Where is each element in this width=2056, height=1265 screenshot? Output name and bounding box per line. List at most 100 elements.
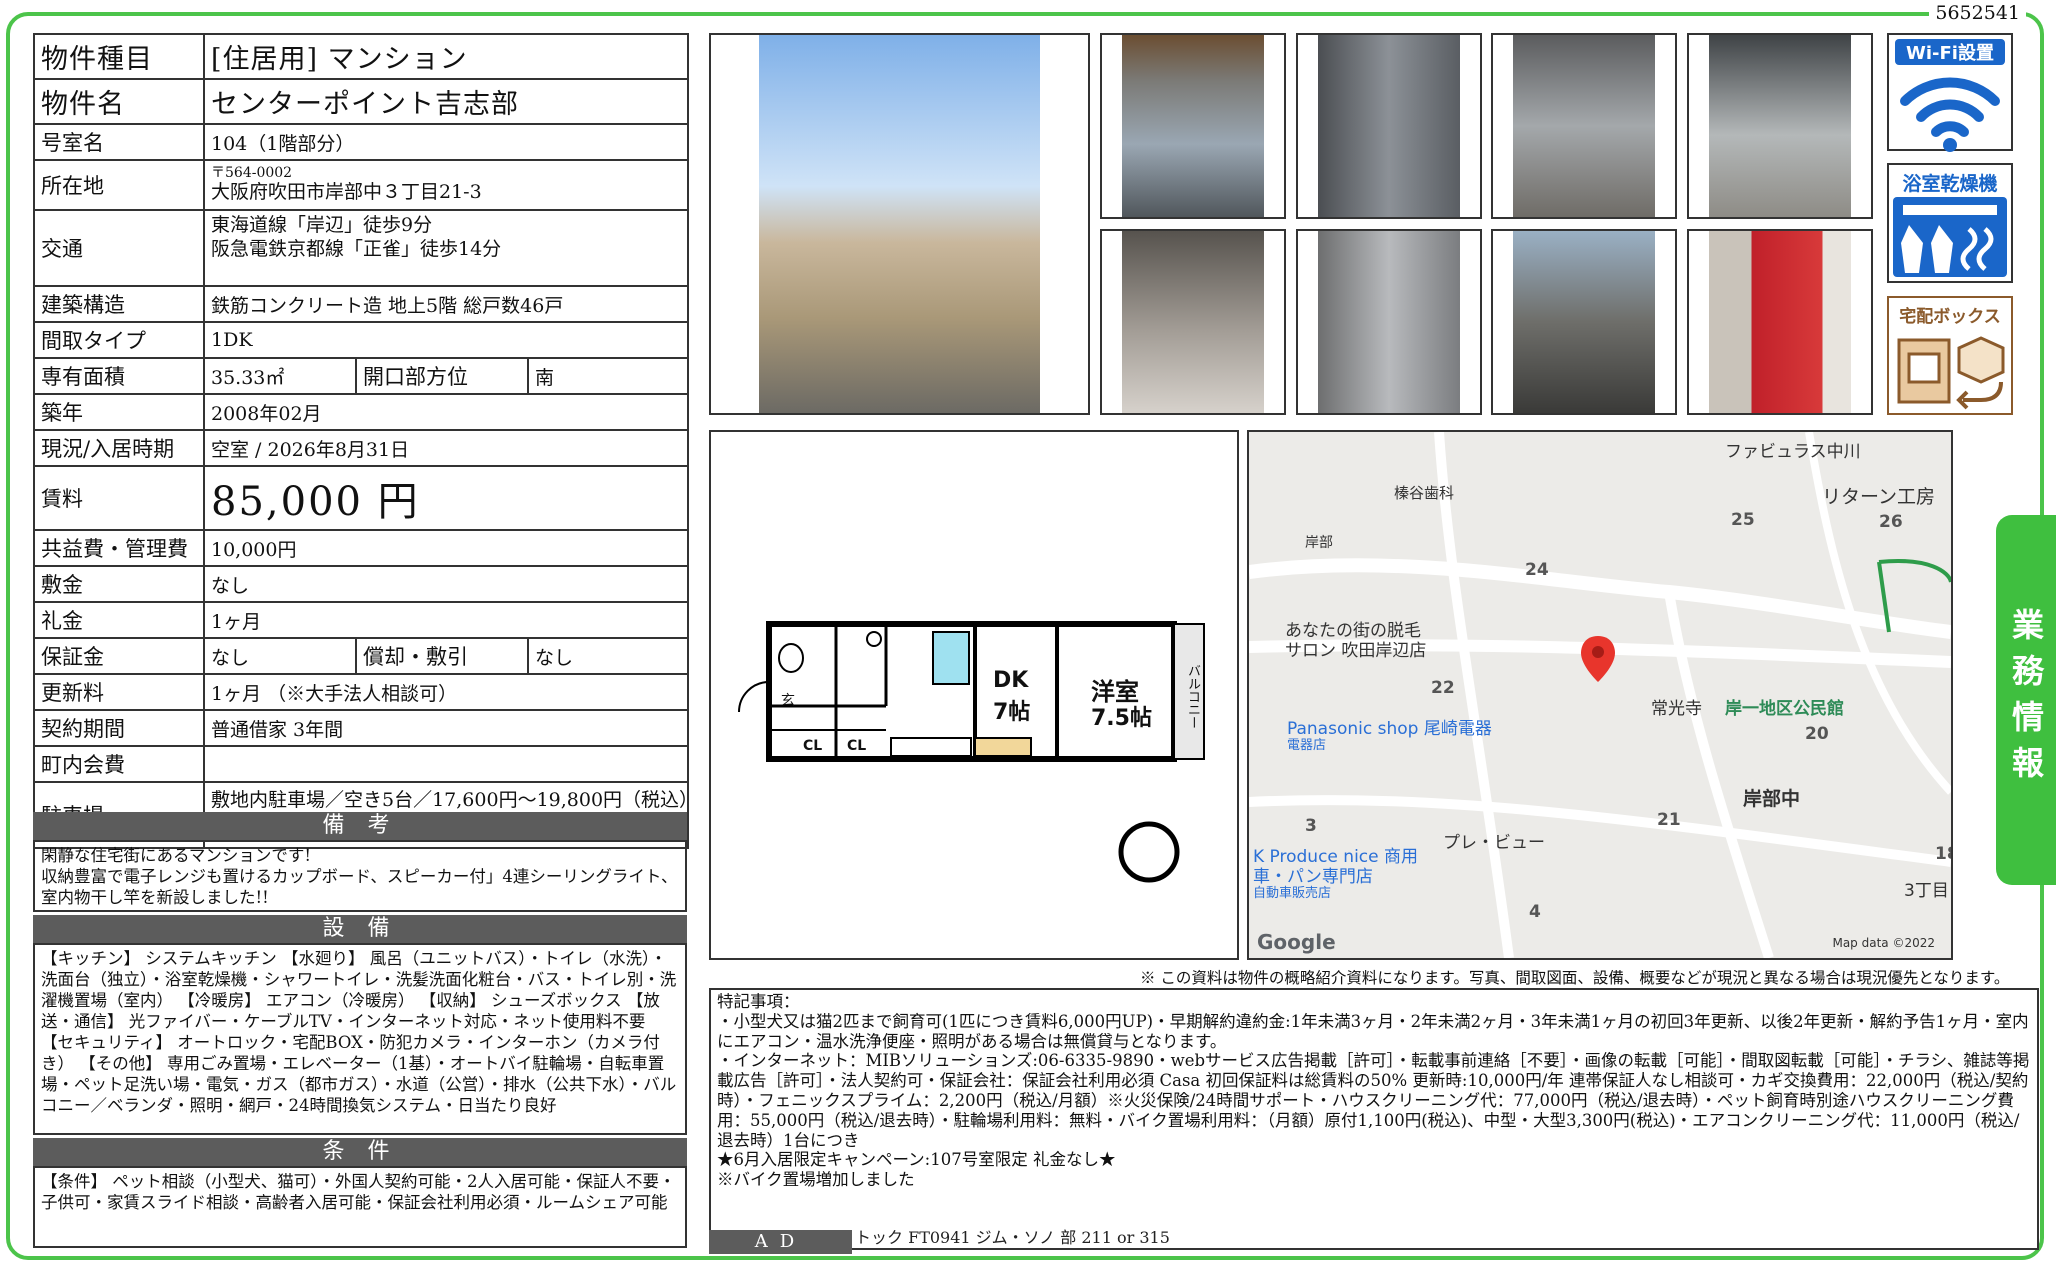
transport-label: 交通 bbox=[33, 209, 205, 287]
room-label: 号室名 bbox=[33, 123, 205, 161]
guarantee-value: なし bbox=[203, 637, 357, 675]
map-label-3: 岸部 bbox=[1305, 535, 1333, 551]
layout-value: 1DK bbox=[203, 321, 689, 359]
bathroom-dryer-badge: 浴室乾燥機 bbox=[1887, 163, 2013, 283]
common-fee-label: 共益費・管理費 bbox=[33, 529, 205, 567]
remarks-header: 備 考 bbox=[33, 812, 687, 840]
wifi-icon bbox=[1900, 77, 2000, 152]
storage-photo bbox=[1296, 229, 1482, 415]
remarks-text: 閑静な住宅街にあるマンションです! 収納豊富で電子レンジも置けるカップボード、ス… bbox=[33, 840, 687, 912]
delivery-box-badge-label: 宅配ボックス bbox=[1899, 307, 2001, 327]
renewal-label: 更新料 bbox=[33, 673, 205, 711]
map-label-7: 電器店 bbox=[1287, 738, 1327, 753]
ad-line-1: トック FT0941 ジム・ソノ 部 211 or 315 bbox=[855, 1228, 1170, 1247]
building-exterior-photo bbox=[709, 33, 1090, 415]
direction-label: 開口部方位 bbox=[355, 357, 529, 395]
mailbox-photo bbox=[1296, 33, 1482, 219]
wifi-badge-label: Wi-Fi設置 bbox=[1895, 39, 2005, 65]
special-notes-title: 特記事項： bbox=[717, 992, 800, 1011]
common-fee-value: 10,000円 bbox=[203, 529, 689, 567]
deposit-value: なし bbox=[203, 565, 689, 603]
map-number-2: 24 bbox=[1525, 560, 1549, 580]
conditions-header: 条 件 bbox=[33, 1138, 687, 1166]
name-value: センターポイント吉志部 bbox=[203, 78, 689, 125]
elevator-photo bbox=[1491, 33, 1677, 219]
special-notes-line-1: ・小型犬又は猫2匹まで飼育可(1匹につき賃料6,000円UP)・早期解約違約金:… bbox=[717, 1011, 2029, 1051]
built-label: 築年 bbox=[33, 393, 205, 431]
disclaimer-note: ※ この資料は物件の概略紹介資料になります。写真、間取図面、設備、概要などが現況… bbox=[1140, 969, 2010, 987]
parking-line-1: 敷地内駐車場／空き5台／17,600円～19,800円（税込） bbox=[203, 781, 689, 816]
closet-label-2: CL bbox=[847, 738, 867, 754]
association-fee-label: 町内会費 bbox=[33, 745, 205, 783]
map-label-8: 常光寺 bbox=[1651, 699, 1702, 719]
postal-code: 〒564-0002 bbox=[211, 165, 293, 181]
dk-label: DK bbox=[993, 668, 1029, 693]
bathroom-dryer-icon bbox=[1893, 197, 2007, 277]
vending-machine-photo bbox=[1687, 229, 1873, 415]
type-label: 物件種目 bbox=[33, 33, 205, 80]
conditions-text: 【条件】 ペット相談（小型犬、猫可）・外国人契約可能・2人入居可能・保証人不要・… bbox=[33, 1166, 687, 1248]
deposit-label: 敷金 bbox=[33, 565, 205, 603]
google-logo: Google bbox=[1257, 930, 1336, 954]
special-notes-bike: ※バイク置場増加しました bbox=[717, 1170, 915, 1190]
contract-value: 普通借家 3年間 bbox=[203, 709, 689, 747]
map-label-0: ファビュラス中川 bbox=[1725, 442, 1861, 462]
address-label: 所在地 bbox=[33, 159, 205, 211]
map-label-9: 岸一地区公民館 bbox=[1725, 699, 1844, 719]
name-label: 物件名 bbox=[33, 78, 205, 125]
map-label-2: 榛谷歯科 bbox=[1394, 484, 1455, 502]
map-number-7: 4 bbox=[1529, 902, 1541, 922]
type-value: [住居用] マンション bbox=[203, 33, 689, 80]
document-id: 5652541 bbox=[1929, 2, 2026, 24]
renewal-value: 1ヶ月 （※大手法人相談可） bbox=[203, 673, 689, 711]
status-label: 現況/入居時期 bbox=[33, 429, 205, 467]
amortization-label: 償却・敷引 bbox=[355, 637, 529, 675]
map-label-10: 岸部中 bbox=[1743, 788, 1801, 810]
delivery-box-icon bbox=[1897, 336, 2005, 410]
amortization-value: なし bbox=[527, 637, 689, 675]
map-label-13: 自動車販売店 bbox=[1253, 886, 1332, 901]
equipment-text: 【キッチン】 システムキッチン 【水廻り】 風呂（ユニットバス）・トイレ（水洗）… bbox=[33, 943, 687, 1135]
map-label-14: プレ・ビュー bbox=[1443, 833, 1545, 853]
bathroom-dryer-badge-label: 浴室乾燥機 bbox=[1902, 173, 1998, 195]
map-number-4: 20 bbox=[1805, 724, 1829, 744]
ad-text: トック FT0941 ジム・ソノ 部 211 or 315 bbox=[855, 1229, 1170, 1247]
rent-value: 85,000 円 bbox=[203, 465, 689, 531]
entrance-label: 玄 bbox=[781, 693, 795, 709]
layout-label: 間取タイプ bbox=[33, 321, 205, 359]
map-number-0: 25 bbox=[1731, 510, 1755, 530]
association-fee-value bbox=[203, 745, 689, 783]
address-value: 大阪府吹田市岸部中３丁目21-3 bbox=[211, 181, 482, 203]
property-location-marker-icon[interactable] bbox=[1581, 636, 1615, 682]
guarantee-label: 保証金 bbox=[33, 637, 205, 675]
map-label-5: サロン 吹田岸辺店 bbox=[1285, 641, 1427, 661]
key-money-value: 1ヶ月 bbox=[203, 601, 689, 639]
direction-value: 南 bbox=[527, 357, 689, 395]
rent-label: 賃料 bbox=[33, 465, 205, 531]
ad-label: AD bbox=[709, 1230, 852, 1254]
business-info-tab[interactable]: 業務情報 bbox=[1996, 515, 2056, 885]
dk-size: 7帖 bbox=[993, 700, 1031, 725]
western-room-size: 7.5帖 bbox=[1091, 706, 1152, 731]
structure-label: 建築構造 bbox=[33, 285, 205, 323]
transport-line-2: 阪急電鉄京都線「正雀」徒歩14分 bbox=[211, 238, 502, 260]
area-value: 35.33㎡ bbox=[203, 357, 357, 395]
key-money-label: 礼金 bbox=[33, 601, 205, 639]
map-number-1: 26 bbox=[1879, 512, 1903, 532]
map[interactable]: ファビュラス中川 リターン工房 榛谷歯科 岸部 あなたの街の脱毛 サロン 吹田岸… bbox=[1247, 430, 1953, 960]
delivery-box-badge: 宅配ボックス bbox=[1887, 296, 2013, 415]
parking-photo bbox=[1100, 229, 1286, 415]
status-value: 空室 / 2026年8月31日 bbox=[203, 429, 689, 467]
map-number-8: 18 bbox=[1935, 844, 1951, 864]
room-value: 104（1階部分） bbox=[203, 123, 689, 161]
area-label: 専有面積 bbox=[33, 357, 205, 395]
special-notes: 特記事項： ・小型犬又は猫2匹まで飼育可(1匹につき賃料6,000円UP)・早期… bbox=[709, 988, 2039, 1250]
map-number-6: 3 bbox=[1305, 816, 1317, 836]
contract-label: 契約期間 bbox=[33, 709, 205, 747]
map-number-3: 22 bbox=[1431, 678, 1455, 698]
bicycle-parking-photo bbox=[1491, 229, 1677, 415]
built-value: 2008年02月 bbox=[203, 393, 689, 431]
floor-plan: 玄 CL CL DK 7帖 洋室 7.5帖 バルコニー bbox=[709, 430, 1239, 960]
property-table: 物件種目 [住居用] マンション 物件名 センターポイント吉志部 号室名 104（1階… bbox=[33, 33, 689, 849]
special-notes-line-2: ・インターネット：MIBソリューションズ:06-6335-9890・webサービ… bbox=[717, 1051, 2030, 1150]
